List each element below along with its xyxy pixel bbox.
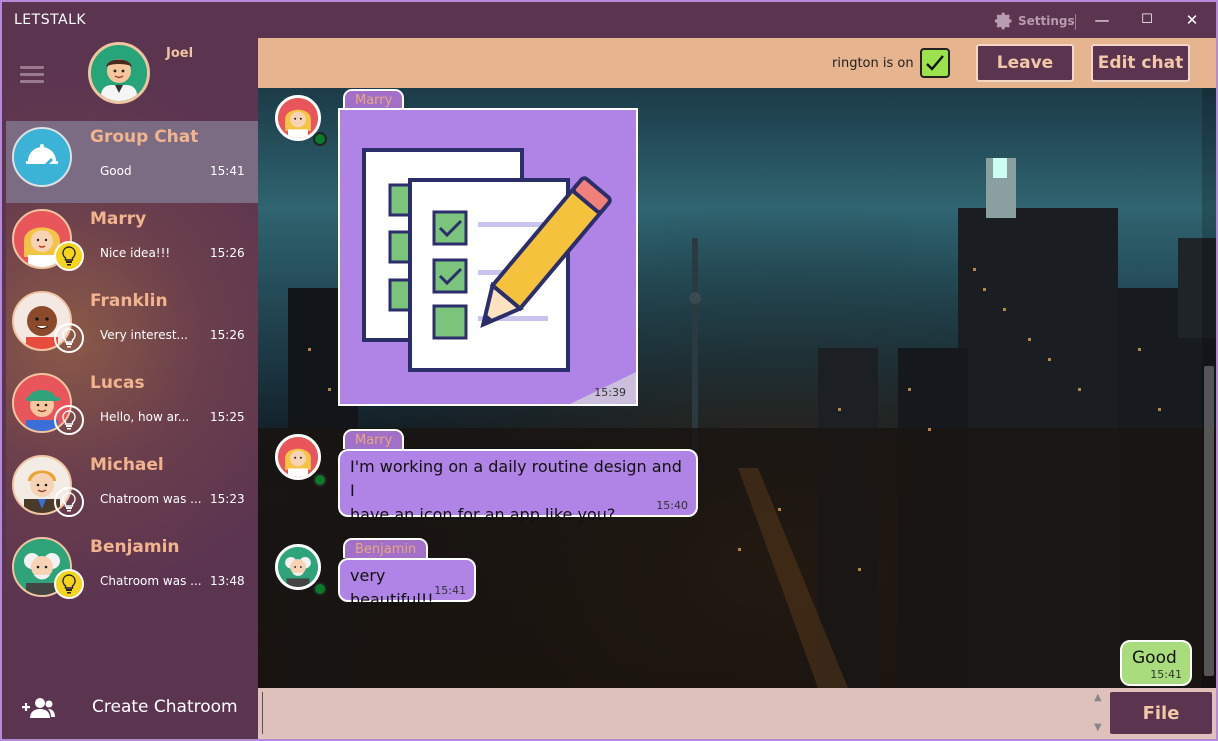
sender-name: Marry [343,429,405,449]
chat-preview: Very interest... [100,328,188,342]
chat-time: 15:23 [210,492,245,506]
title-separator [1075,14,1076,30]
chat-name: Michael [90,455,164,475]
chat-preview: Nice idea!!! [100,246,171,260]
message-bubble[interactable]: very beautiful!! 15:41 [338,558,476,609]
online-indicator [313,473,327,487]
leave-button[interactable]: Leave [976,44,1074,82]
avatar[interactable] [88,42,150,104]
chat-preview: Chatroom was ... [100,574,202,588]
lightbulb-icon [54,323,84,353]
title-bar: LETSTALK Settings — ☐ ✕ [2,2,1216,38]
file-button[interactable]: File [1110,692,1212,734]
check-icon [926,55,944,71]
avatar [275,434,321,480]
own-message-bubble[interactable]: Good 15:41 [1120,640,1192,686]
message-time: 15:41 [434,584,466,597]
chat-item-benjamin[interactable]: Benjamin Chatroom was ... 13:48 [6,531,258,613]
settings-button[interactable]: Settings [994,11,1075,31]
chat-time: 15:26 [210,246,245,260]
ringtone-checkbox[interactable] [920,48,950,78]
sidebar: Joel Group Chat Good 15:41 Marry Nice id… [6,38,258,739]
chat-preview: Chatroom was ... [100,492,202,506]
chat-preview: Hello, how ar... [100,410,190,424]
chat-item-group-chat[interactable]: Group Chat Good 15:41 [6,121,258,203]
message-text: Good [1132,648,1177,668]
lightbulb-icon [54,405,84,435]
scroll-up-arrow[interactable]: ▲ [1094,692,1102,703]
chat-item-franklin[interactable]: Franklin Very interest... 15:26 [6,285,258,367]
image-message[interactable]: 15:39 [338,108,638,406]
chat-time: 15:41 [210,164,245,178]
chat-time: 15:26 [210,328,245,342]
message-time: 15:39 [594,386,626,399]
create-chatroom-label: Create Chatroom [92,697,238,717]
chat-time: 15:25 [210,410,245,424]
edit-chat-button[interactable]: Edit chat [1091,44,1190,82]
chat-item-marry[interactable]: Marry Nice idea!!! 15:26 [6,203,258,285]
online-indicator [313,132,327,146]
checklist-image [340,110,636,404]
chat-name: Lucas [90,373,145,393]
chat-header: rington is on Leave Edit chat [258,38,1216,88]
online-indicator [313,582,327,596]
maximize-button[interactable]: ☐ [1137,10,1157,30]
avatar [12,127,72,187]
composer: ▲ ▼ File [258,688,1216,739]
chat-name: Group Chat [90,127,199,147]
chat-item-michael[interactable]: Michael Chatroom was ... 15:23 [6,449,258,531]
ringtone-label: rington is on [832,56,914,71]
sender-name: Marry [343,89,405,109]
chat-item-lucas[interactable]: Lucas Hello, how ar... 15:25 [6,367,258,449]
message-text-line2: have an icon for an app like you? [350,505,616,524]
gear-icon [994,12,1012,30]
create-chatroom-button[interactable]: Create Chatroom [6,688,258,728]
user-name: Joel [166,46,194,61]
message-time: 15:40 [656,499,688,512]
chat-time: 13:48 [210,574,245,588]
close-button[interactable]: ✕ [1182,10,1202,30]
lightbulb-icon [54,487,84,517]
message-input[interactable] [262,692,1094,734]
minimize-button[interactable]: — [1092,10,1112,30]
menu-icon[interactable] [20,66,44,84]
message-list[interactable]: Marry 15:39 Marry I'm working on a daily… [258,88,1216,688]
add-group-icon [22,698,55,718]
app-window: LETSTALK Settings — ☐ ✕ Joel Group Chat … [0,0,1218,741]
settings-label: Settings [1018,14,1075,28]
scrollbar-thumb[interactable] [1204,366,1214,676]
chat-preview: Good [100,164,132,178]
scroll-down-arrow[interactable]: ▼ [1094,722,1102,733]
message-bubble[interactable]: I'm working on a daily routine design an… [338,449,698,524]
app-title: LETSTALK [14,12,87,28]
chat-name: Marry [90,209,147,229]
message-time: 15:41 [1150,668,1182,681]
lightbulb-icon [54,241,84,271]
lightbulb-icon [54,569,84,599]
chat-name: Benjamin [90,537,180,557]
sender-name: Benjamin [343,538,429,558]
chat-name: Franklin [90,291,168,311]
message-text-line1: I'm working on a daily routine design an… [350,457,682,500]
